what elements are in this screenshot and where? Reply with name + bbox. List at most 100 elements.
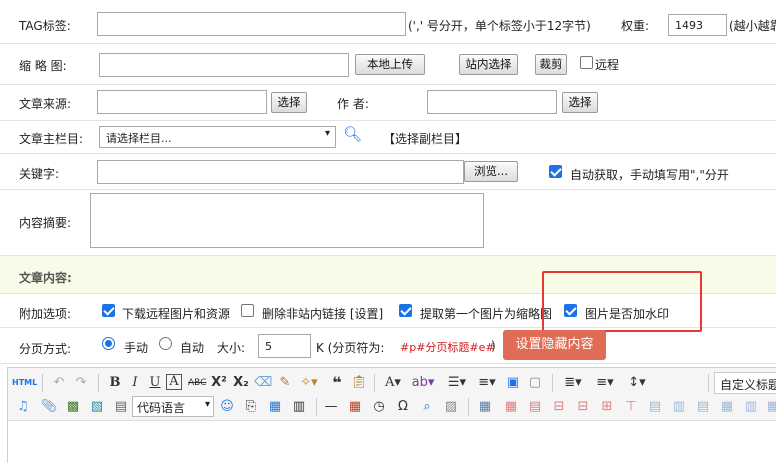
attachment-icon[interactable]: 📎︎: [40, 398, 58, 416]
page-break-icon[interactable]: ⎘: [242, 398, 260, 416]
hidden-content-button[interactable]: 设置隐藏内容: [503, 330, 606, 360]
search-icon[interactable]: 🔍︎: [343, 125, 362, 143]
split-rows-icon[interactable]: ▥: [742, 398, 760, 416]
auto-keywords-checkbox[interactable]: [549, 165, 562, 178]
source-input[interactable]: [97, 90, 267, 114]
paging-auto-radio[interactable]: [159, 337, 172, 350]
merge-cells-icon[interactable]: ▤: [646, 398, 664, 416]
tag-row: TAG标签: (',' 号分开，单个标签小于12字节) 权重: (越小越靠: [0, 0, 776, 44]
split-cols-icon[interactable]: ▦: [764, 398, 776, 416]
summary-textarea[interactable]: [90, 193, 484, 248]
clear-doc-icon[interactable]: ▢: [526, 374, 544, 392]
custom-title-select[interactable]: 自定义标题: [714, 372, 776, 394]
column-label: 文章主栏目:: [19, 132, 84, 146]
insert-paragraph-before-table-icon[interactable]: ▤: [526, 398, 544, 416]
weight-input[interactable]: [668, 14, 727, 36]
toolbar-divider: [98, 374, 99, 392]
toolbar-divider: [316, 398, 317, 416]
keywords-input[interactable]: [97, 160, 464, 184]
remove-links-checkbox[interactable]: [241, 304, 254, 317]
crop-button[interactable]: 裁剪: [535, 54, 567, 75]
upload-button[interactable]: 本地上传: [355, 54, 425, 75]
delete-row-icon[interactable]: ⊟: [574, 398, 592, 416]
insert-table-icon[interactable]: ▦: [476, 398, 494, 416]
summary-label: 内容摘要:: [19, 216, 72, 230]
image-icon[interactable]: ▩: [64, 398, 82, 416]
insert-row-icon[interactable]: ⊟: [550, 398, 568, 416]
column-select[interactable]: 请选择栏目... ▾: [99, 126, 336, 148]
sub-column-link[interactable]: 【选择副栏目】: [383, 130, 467, 147]
weight-label: 权重:: [621, 19, 650, 33]
tag-input[interactable]: [97, 12, 406, 36]
superscript-icon[interactable]: X²: [210, 374, 228, 392]
auto-format-icon[interactable]: ✧▾: [300, 374, 318, 392]
toolbar-divider: [708, 374, 709, 392]
paging-manual-label: 手动: [124, 341, 149, 355]
background-color-icon[interactable]: ab▾: [410, 374, 436, 392]
remote-checkbox[interactable]: [580, 56, 593, 69]
insert-frame-icon[interactable]: ▤: [112, 398, 130, 416]
insert-column-icon[interactable]: ⊞: [598, 398, 616, 416]
row-spacing-bottom-icon[interactable]: ≡▾: [592, 374, 618, 392]
special-chars-icon[interactable]: Ω: [394, 398, 412, 416]
emoticon-icon[interactable]: ☺: [218, 398, 236, 416]
font-border-icon[interactable]: A: [166, 374, 182, 390]
author-input[interactable]: [427, 90, 557, 114]
background-icon[interactable]: ▥: [290, 398, 308, 416]
row-spacing-top-icon[interactable]: ≣▾: [560, 374, 586, 392]
remove-links-label[interactable]: 删除非站内链接 [设置]: [262, 305, 383, 322]
page-k-text: K (分页符为:: [316, 341, 385, 355]
download-remote-checkbox[interactable]: [102, 304, 115, 317]
paste-plain-icon[interactable]: 📋︎: [350, 374, 368, 392]
toolbar-divider: [468, 398, 469, 416]
unordered-list-icon[interactable]: ≡▾: [474, 374, 500, 392]
font-color-icon[interactable]: A▾: [380, 374, 406, 392]
ordered-list-icon[interactable]: ☰▾: [444, 374, 470, 392]
first-image-thumb-checkbox[interactable]: [399, 304, 412, 317]
eraser-icon[interactable]: ⌫: [254, 374, 272, 392]
merge-down-icon[interactable]: ▤: [694, 398, 712, 416]
code-language-select[interactable]: 代码语言 ▾: [132, 396, 214, 417]
author-label: 作 者:: [337, 97, 369, 111]
browse-button[interactable]: 浏览...: [464, 161, 518, 182]
horizontal-rule-icon[interactable]: —: [322, 398, 340, 416]
source-code-icon[interactable]: ▨: [442, 398, 460, 416]
site-select-button[interactable]: 站内选择: [459, 54, 518, 75]
code-language-value: 代码语言: [137, 401, 186, 415]
music-icon[interactable]: ♫: [14, 398, 32, 416]
source-select-button[interactable]: 选择: [271, 92, 307, 113]
line-height-icon[interactable]: ↕▾: [624, 374, 650, 392]
html-source-icon[interactable]: HTML: [12, 374, 37, 392]
underline-icon[interactable]: U: [146, 374, 164, 392]
chevron-down-icon: ▾: [204, 399, 210, 410]
custom-title-value: 自定义标题: [720, 378, 776, 392]
paging-row: 分页方式: 手动 自动 大小: K (分页符为: #p#分页标题#e# ) 设置…: [0, 328, 776, 364]
thumb-input[interactable]: [99, 53, 349, 77]
editor-body[interactable]: [8, 422, 776, 463]
undo-icon[interactable]: ↶: [50, 374, 68, 392]
italic-icon[interactable]: I: [126, 374, 144, 392]
delete-column-icon[interactable]: ⊤: [622, 398, 640, 416]
toolbar-divider: [552, 374, 553, 392]
delete-table-icon[interactable]: ▦: [502, 398, 520, 416]
blockquote-icon[interactable]: ❝: [328, 374, 346, 392]
template-icon[interactable]: ▦: [266, 398, 284, 416]
author-select-button[interactable]: 选择: [562, 92, 598, 113]
tag-hint: (',' 号分开，单个标签小于12字节): [408, 19, 591, 33]
options-label: 附加选项:: [19, 307, 72, 321]
search-replace-icon[interactable]: ⌕: [418, 398, 436, 416]
date-icon[interactable]: ▦: [346, 398, 364, 416]
redo-icon[interactable]: ↷: [72, 374, 90, 392]
time-icon[interactable]: ◷: [370, 398, 388, 416]
merge-right-icon[interactable]: ▥: [670, 398, 688, 416]
auto-keywords-label: 自动获取，手动填写用","分开: [570, 168, 729, 182]
bold-icon[interactable]: B: [106, 374, 124, 392]
multi-image-icon[interactable]: ▧: [88, 398, 106, 416]
select-all-icon[interactable]: ▣: [504, 374, 522, 392]
subscript-icon[interactable]: X₂: [232, 374, 250, 392]
strikethrough-icon[interactable]: ABC: [188, 374, 206, 392]
format-brush-icon[interactable]: ✎: [276, 374, 294, 392]
split-cells-icon[interactable]: ▦: [718, 398, 736, 416]
paging-manual-radio[interactable]: [102, 337, 115, 350]
page-size-input[interactable]: [258, 334, 311, 358]
